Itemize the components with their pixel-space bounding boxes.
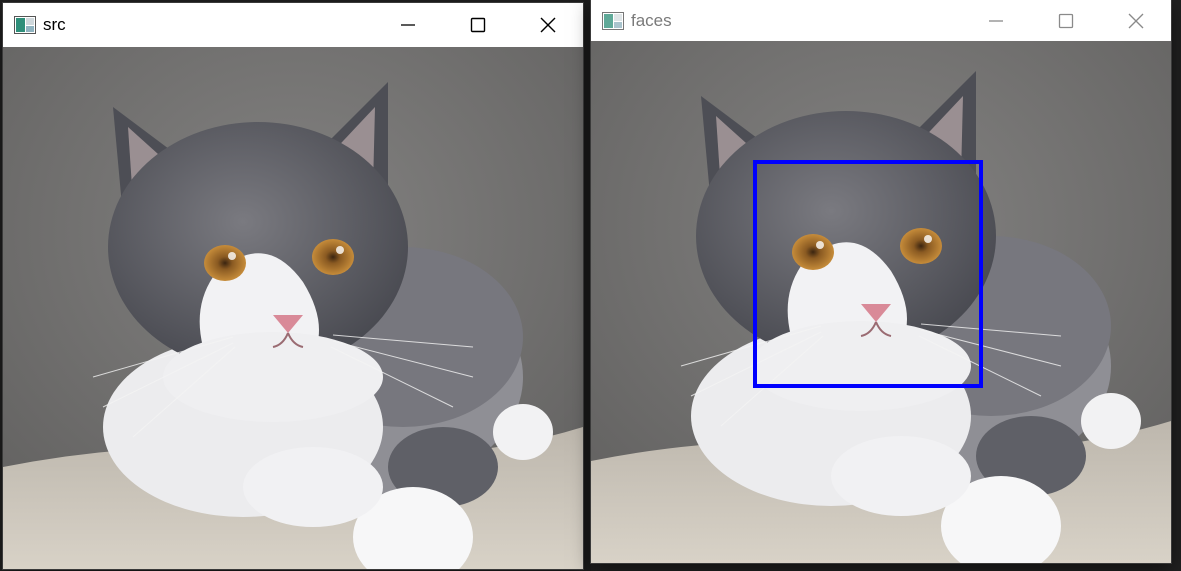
close-button[interactable]: [1101, 0, 1171, 41]
window-controls: [961, 0, 1171, 41]
minimize-icon: [401, 24, 415, 26]
maximize-button[interactable]: [443, 3, 513, 47]
maximize-icon: [470, 17, 486, 33]
close-icon: [1128, 13, 1144, 28]
faces-titlebar[interactable]: faces: [591, 0, 1171, 41]
cat-photo: [3, 47, 583, 569]
face-detection-box: [753, 160, 983, 388]
close-button[interactable]: [513, 3, 583, 47]
maximize-button[interactable]: [1031, 0, 1101, 41]
close-icon: [540, 17, 556, 33]
src-titlebar[interactable]: src: [3, 3, 583, 47]
maximize-icon: [1058, 13, 1074, 28]
minimize-button[interactable]: [373, 3, 443, 47]
opencv-window-icon: [602, 11, 624, 30]
desktop-gap: [583, 0, 591, 571]
window-title: faces: [631, 10, 672, 30]
window-controls: [373, 3, 583, 47]
image-canvas: [591, 41, 1171, 563]
src-window[interactable]: src: [3, 3, 583, 569]
minimize-icon: [989, 19, 1003, 22]
window-title: src: [43, 15, 66, 34]
minimize-button[interactable]: [961, 0, 1031, 41]
desktop: src faces: [0, 0, 1181, 571]
image-canvas: [3, 47, 583, 569]
faces-window[interactable]: faces: [591, 0, 1171, 563]
opencv-window-icon: [14, 16, 36, 34]
